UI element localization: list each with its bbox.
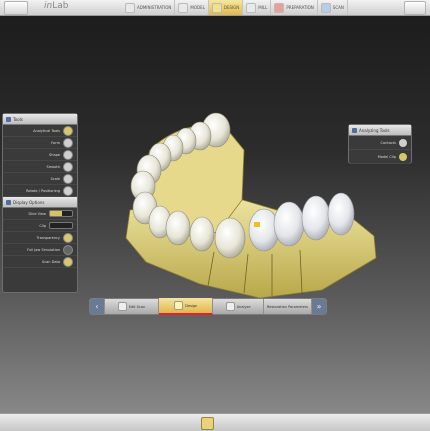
display-label: Full Jaw Simulation xyxy=(27,247,60,252)
left-tool-panel: Tools Analytical Tools Form Shape Smooth… xyxy=(2,113,78,293)
design-phase-icon[interactable] xyxy=(201,417,214,430)
step-label: Restoration Parameters xyxy=(266,304,309,309)
next-step-button[interactable]: » xyxy=(312,299,327,314)
model-clip-icon xyxy=(399,152,407,161)
bottom-bar xyxy=(0,413,430,431)
analyzing-title: Analyzing Tools xyxy=(359,127,390,133)
analyze-icon xyxy=(352,127,357,133)
analyze-label: Contacts xyxy=(380,140,396,145)
display-full-jaw[interactable]: Full Jaw Simulation xyxy=(3,244,77,256)
clip-slider[interactable] xyxy=(49,222,73,229)
display-clip[interactable]: Clip xyxy=(3,220,77,232)
analyze-label: Model Clip xyxy=(377,154,396,159)
jaw-icon xyxy=(63,244,73,255)
tool-label: Shape xyxy=(49,152,60,157)
rotate-icon xyxy=(63,185,73,196)
tool-label: Form xyxy=(51,140,60,145)
display-icon xyxy=(6,199,11,205)
analyze-contacts[interactable]: Contacts xyxy=(349,136,411,150)
display-options-header: Display Options xyxy=(3,197,77,208)
tool-scale[interactable]: Scale xyxy=(3,173,77,185)
analyze-step-icon xyxy=(225,302,235,311)
display-transparency[interactable]: Transparency xyxy=(3,232,77,244)
display-label: Transparency xyxy=(36,235,60,240)
display-label: Scan Data xyxy=(42,259,60,264)
step-analyze[interactable]: Analyze xyxy=(213,299,264,314)
edit-scan-icon xyxy=(117,302,127,311)
analyze-model-clip[interactable]: Model Clip xyxy=(349,150,411,164)
tool-label: Smooth xyxy=(46,164,60,169)
display-title: Display Options xyxy=(13,199,45,205)
display-label: Slice View xyxy=(28,211,46,216)
step-design[interactable]: Design xyxy=(159,298,214,315)
step-label: Design xyxy=(185,303,198,308)
transparency-icon xyxy=(63,232,73,243)
smooth-icon xyxy=(63,161,73,172)
tool-smooth[interactable]: Smooth xyxy=(3,161,77,173)
tool-label: Rotate / Positioning xyxy=(26,188,60,193)
tools-header: Tools xyxy=(3,114,77,125)
step-label: Analyze xyxy=(236,304,251,309)
analyzing-tools-panel: Analyzing Tools Contacts Model Clip xyxy=(348,124,412,164)
analyzing-header: Analyzing Tools xyxy=(349,125,411,136)
tool-label: Scale xyxy=(50,176,60,181)
tool-label: Analytical Tools xyxy=(33,128,60,133)
margin-marker xyxy=(254,222,260,227)
tools-title: Tools xyxy=(13,116,23,122)
tool-rotate[interactable]: Rotate / Positioning xyxy=(3,185,77,197)
contacts-icon xyxy=(399,138,407,147)
step-toolbar: ‹ Edit Scan Design Analyze Restoration P… xyxy=(89,298,327,315)
prev-step-button[interactable]: ‹ xyxy=(90,299,105,314)
analytical-tools-icon xyxy=(63,125,73,136)
tools-icon xyxy=(6,116,11,122)
tool-shape[interactable]: Shape xyxy=(3,149,77,161)
tool-analytical[interactable]: Analytical Tools xyxy=(3,125,77,137)
tool-form[interactable]: Form xyxy=(3,137,77,149)
step-label: Edit Scan xyxy=(128,304,146,309)
display-slice-view[interactable]: Slice View xyxy=(3,208,77,220)
step-edit-scan[interactable]: Edit Scan xyxy=(105,299,160,314)
scan-data-icon xyxy=(63,256,73,267)
design-icon xyxy=(174,301,184,310)
form-icon xyxy=(63,137,73,148)
scale-icon xyxy=(63,173,73,184)
display-scan-data[interactable]: Scan Data xyxy=(3,256,77,268)
step-restoration-parameters[interactable]: Restoration Parameters xyxy=(264,299,313,314)
slice-slider[interactable] xyxy=(49,210,73,217)
shape-icon xyxy=(63,149,73,160)
display-label: Clip xyxy=(39,223,46,228)
